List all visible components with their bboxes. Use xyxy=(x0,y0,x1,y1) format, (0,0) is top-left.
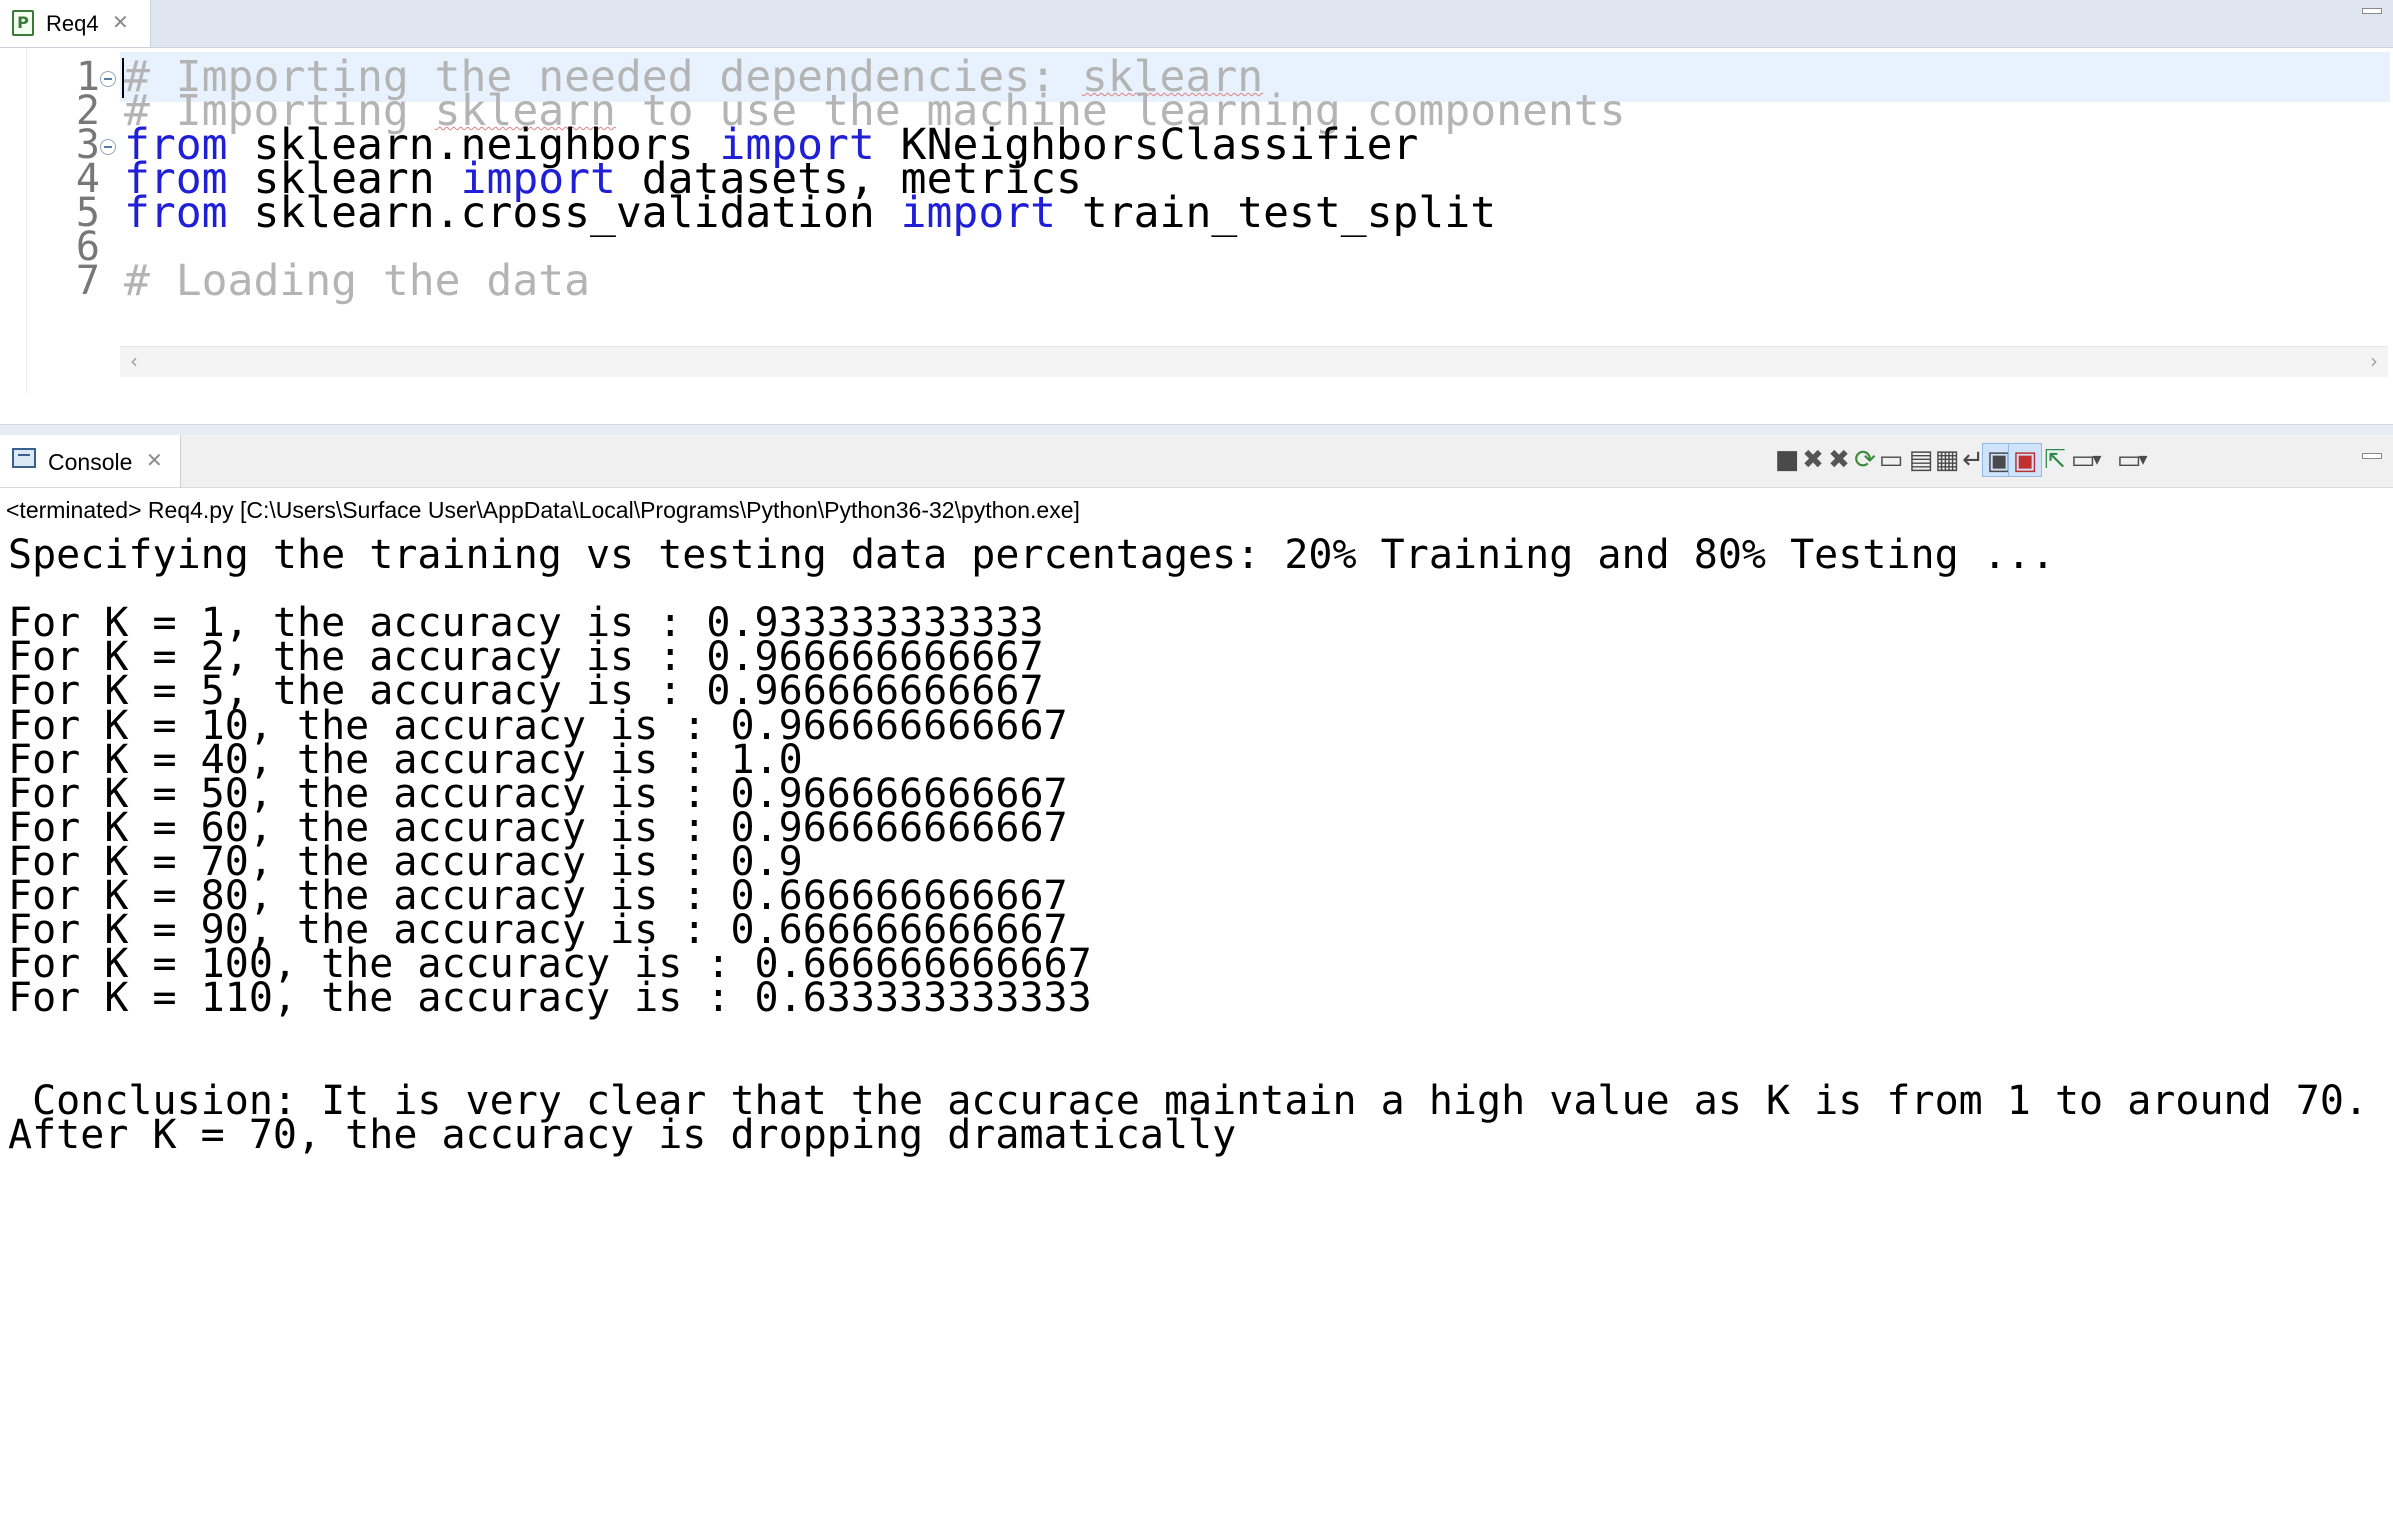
open-console-dropdown-icon[interactable]: ▾ xyxy=(2134,443,2152,477)
console-output-line: Specifying the training vs testing data … xyxy=(8,532,2055,578)
editor-horizontal-scrollbar[interactable]: ‹ › xyxy=(120,346,2388,377)
pin-console-icon[interactable]: ▭ xyxy=(1874,443,1908,477)
code-line: # Loading the data xyxy=(124,255,590,307)
code-line: from sklearn.cross_validation import tra… xyxy=(124,187,1496,239)
code-token: from xyxy=(124,188,228,238)
console-output-line: For K = 110, the accuracy is : 0.6333333… xyxy=(8,975,1092,1021)
console-icon xyxy=(12,448,36,468)
close-icon[interactable]: ✕ xyxy=(146,448,163,472)
fold-toggle-icon[interactable] xyxy=(100,71,116,87)
console-tab-label: Console xyxy=(48,449,133,475)
fold-toggle-icon[interactable] xyxy=(100,139,116,155)
code-token: # Loading the data xyxy=(124,256,590,306)
console-output-line: After K = 70, the accuracy is dropping d… xyxy=(8,1112,1237,1158)
editor-ruler xyxy=(0,48,27,393)
scroll-left-icon[interactable]: ‹ xyxy=(130,349,138,373)
display-dropdown-icon[interactable]: ▾ xyxy=(2088,443,2106,477)
minimize-editor-icon[interactable] xyxy=(2362,8,2382,14)
scroll-right-icon[interactable]: › xyxy=(2370,349,2378,373)
close-icon[interactable]: ✕ xyxy=(112,10,129,34)
text-caret xyxy=(122,58,124,98)
code-editor[interactable]: 1 # Importing the needed dependencies: sk… xyxy=(0,48,2393,393)
line-number: 7 xyxy=(75,258,100,304)
python-file-icon: P xyxy=(12,10,34,36)
editor-tab-label: Req4 xyxy=(46,11,99,36)
minimize-console-icon[interactable] xyxy=(2362,453,2382,459)
code-token: train_test_split xyxy=(1056,188,1497,238)
console-status-line: <terminated> Req4.py [C:\Users\Surface U… xyxy=(6,497,1080,523)
console-toolbar: ■ ✖ ✖ ⟳ ▭ ▤ ▦ ↵ ▣ ▣ ⇱ ▭ ▾ ▭ ▾ xyxy=(1770,443,2370,479)
show-on-stderr-icon[interactable]: ▣ xyxy=(2008,443,2042,477)
code-token: sklearn.cross_validation xyxy=(227,188,901,238)
editor-tab-bar: P Req4 ✕ xyxy=(0,0,2393,48)
tab-req4[interactable]: P Req4 ✕ xyxy=(0,0,151,47)
console-tab-bar: Console ✕ ■ ✖ ✖ ⟳ ▭ ▤ ▦ ↵ ▣ ▣ ⇱ ▭ ▾ ▭ ▾ xyxy=(0,435,2393,488)
tab-console[interactable]: Console ✕ xyxy=(0,435,181,487)
code-token: import xyxy=(900,188,1056,238)
